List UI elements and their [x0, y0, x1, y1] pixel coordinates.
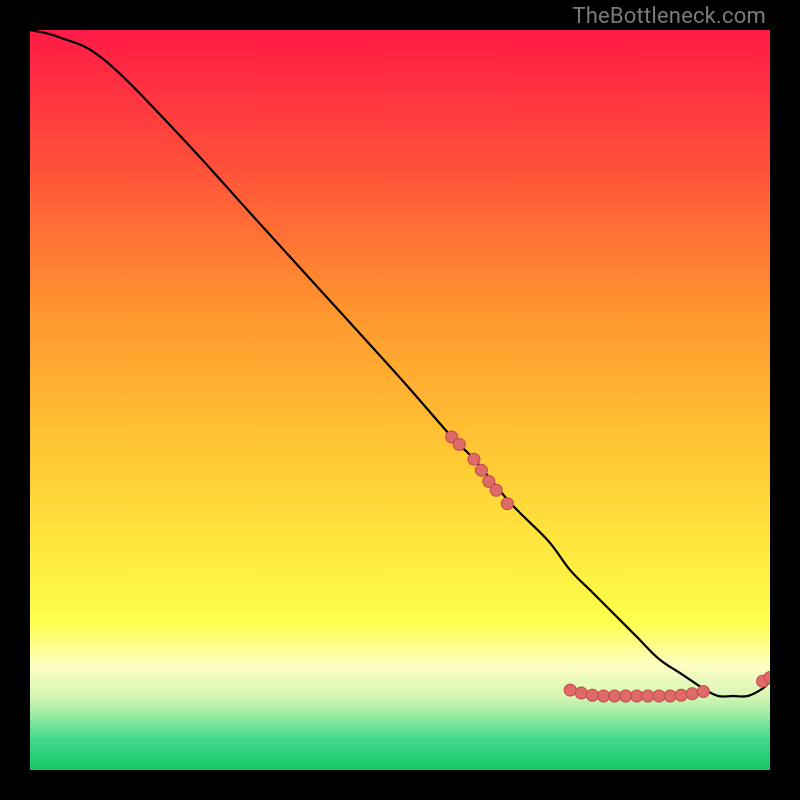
data-marker — [575, 687, 587, 699]
data-marker — [675, 689, 687, 701]
data-marker — [697, 686, 709, 698]
data-marker — [468, 453, 480, 465]
data-marker — [686, 688, 698, 700]
data-marker — [564, 684, 576, 696]
plot-area — [30, 30, 770, 770]
data-marker — [501, 498, 513, 510]
plot-svg — [30, 30, 770, 770]
chart-frame: TheBottleneck.com — [0, 0, 800, 800]
data-marker — [586, 689, 598, 701]
data-marker — [598, 690, 610, 702]
watermark-text: TheBottleneck.com — [572, 4, 766, 29]
data-marker — [664, 690, 676, 702]
data-marker — [631, 690, 643, 702]
data-marker — [475, 464, 487, 476]
data-marker — [653, 690, 665, 702]
data-marker — [490, 484, 502, 496]
data-marker — [642, 690, 654, 702]
data-marker — [609, 690, 621, 702]
data-marker — [453, 438, 465, 450]
data-marker — [620, 690, 632, 702]
